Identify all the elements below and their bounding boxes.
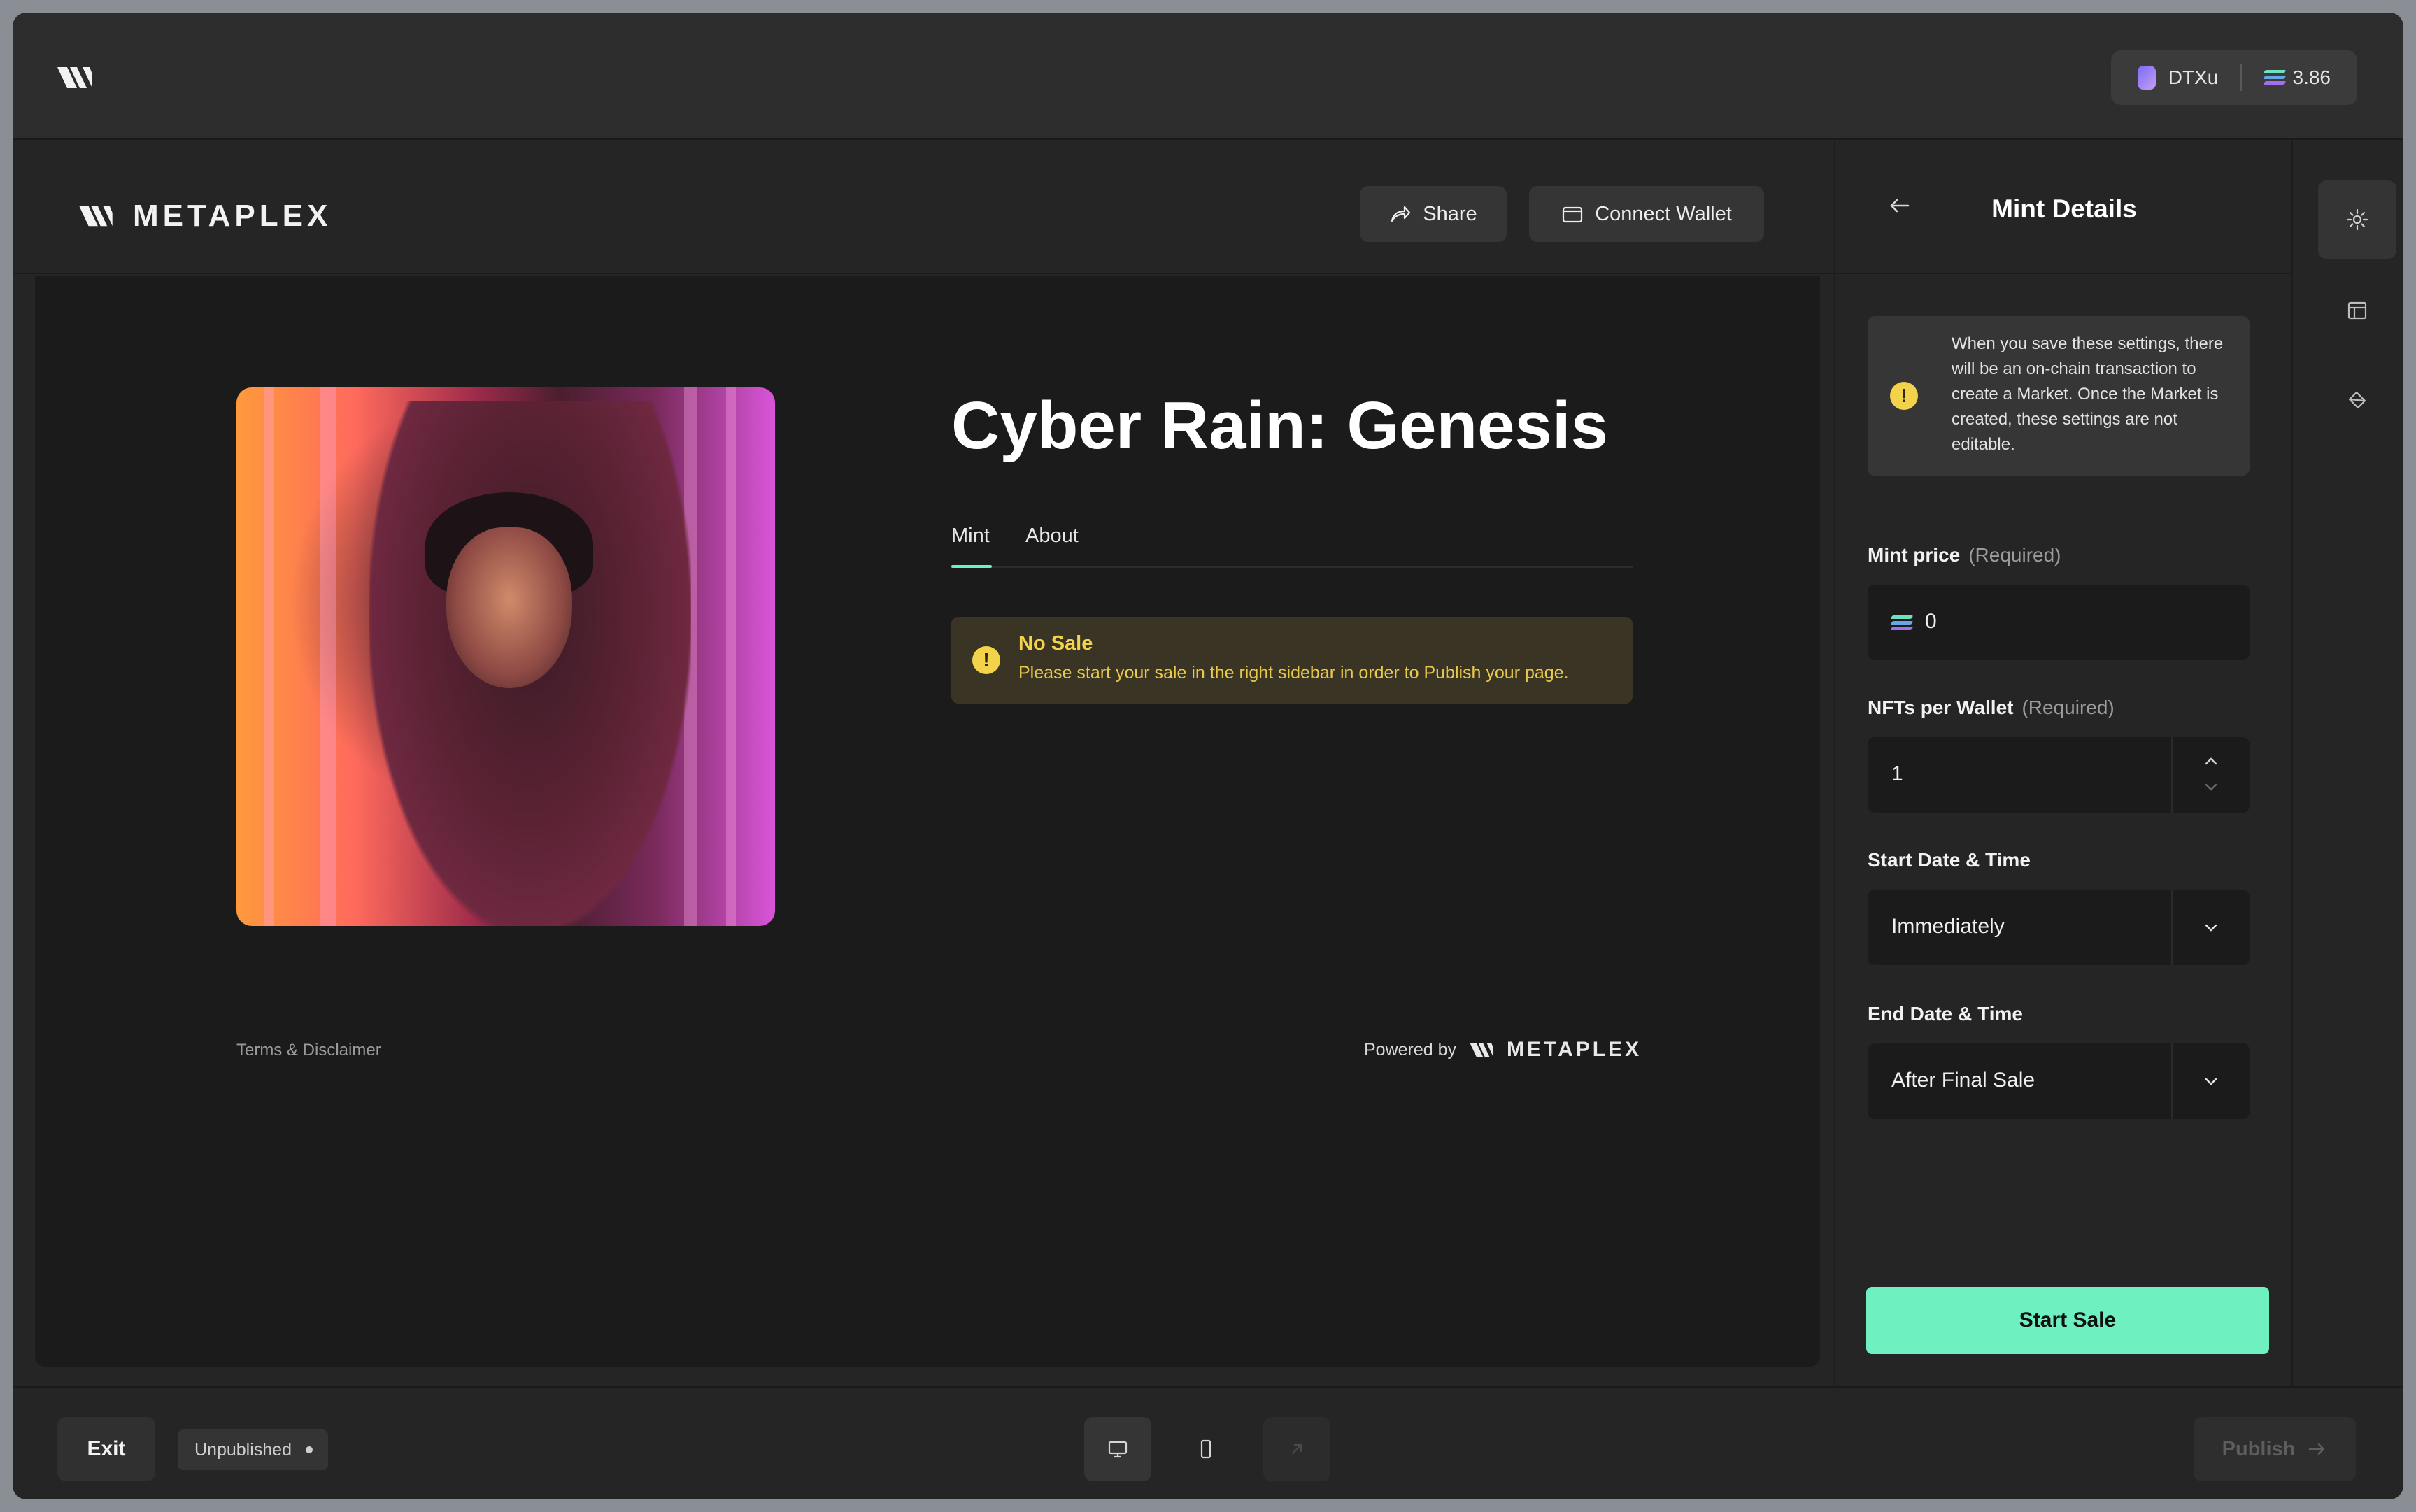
mobile-icon bbox=[1200, 1439, 1211, 1459]
chevron-down-icon[interactable] bbox=[2199, 775, 2223, 799]
settings-button[interactable] bbox=[2318, 180, 2396, 259]
nfts-per-wallet-value: 1 bbox=[1891, 762, 1903, 785]
preview-header: METAPLEX Share Connect Wallet bbox=[13, 141, 1833, 274]
sidebar-header: Mint Details bbox=[1835, 141, 2293, 274]
terms-link[interactable]: Terms & Disclaimer bbox=[236, 1041, 381, 1060]
bottom-bar: Exit Unpublished Publish bbox=[13, 1386, 2403, 1499]
brand-wordmark: METAPLEX bbox=[133, 199, 332, 233]
warning-icon: ! bbox=[972, 646, 1000, 674]
tab-mint[interactable]: Mint bbox=[951, 525, 990, 548]
end-date-select[interactable]: After Final Sale bbox=[1868, 1043, 2250, 1119]
layout-button[interactable] bbox=[2318, 271, 2396, 350]
mint-price-value: 0 bbox=[1925, 610, 1937, 633]
solana-icon bbox=[1890, 615, 1914, 631]
desktop-icon bbox=[1108, 1441, 1128, 1458]
wallet-avatar bbox=[2138, 66, 2156, 90]
status-badge: Unpublished bbox=[178, 1429, 328, 1470]
chevron-down-icon bbox=[2205, 924, 2217, 932]
start-date-value: Immediately bbox=[1891, 915, 2005, 938]
powered-by-brand: METAPLEX bbox=[1507, 1038, 1642, 1061]
nfts-per-wallet-label: NFTs per Wallet (Required) bbox=[1868, 697, 2115, 718]
connect-wallet-label: Connect Wallet bbox=[1595, 202, 1732, 225]
top-bar: DTXu 3.86 bbox=[13, 13, 2403, 140]
external-link-icon bbox=[1291, 1443, 1302, 1455]
end-date-value: After Final Sale bbox=[1891, 1069, 2035, 1092]
mint-price-input[interactable]: 0 bbox=[1868, 585, 2250, 660]
metaplex-logo-icon bbox=[79, 206, 113, 227]
start-sale-button[interactable]: Start Sale bbox=[1866, 1287, 2269, 1354]
wallet-name: DTXu bbox=[2168, 66, 2219, 88]
alert-title: No Sale bbox=[1018, 632, 1093, 655]
open-preview-button[interactable] bbox=[1263, 1417, 1330, 1481]
brand: METAPLEX bbox=[77, 199, 332, 234]
share-button[interactable]: Share bbox=[1360, 186, 1507, 242]
solana-icon bbox=[2263, 70, 2287, 85]
mobile-view-button[interactable] bbox=[1172, 1417, 1239, 1481]
chevron-up-icon[interactable] bbox=[2199, 750, 2223, 773]
publish-label: Publish bbox=[2222, 1437, 2296, 1460]
nft-artwork bbox=[236, 387, 775, 926]
connect-wallet-button[interactable]: Connect Wallet bbox=[1529, 186, 1764, 242]
mint-price-label: Mint price (Required) bbox=[1868, 544, 2061, 566]
end-date-label: End Date & Time bbox=[1868, 1003, 2023, 1025]
chevron-down-icon bbox=[2205, 1078, 2217, 1085]
active-tab-indicator bbox=[951, 565, 992, 568]
warning-icon: ! bbox=[1890, 382, 1918, 410]
gear-icon bbox=[2346, 208, 2368, 231]
tab-about[interactable]: About bbox=[1025, 525, 1079, 548]
powered-by[interactable]: Powered by METAPLEX bbox=[1364, 1038, 1642, 1062]
publish-button[interactable]: Publish bbox=[2194, 1417, 2356, 1481]
exit-button[interactable]: Exit bbox=[57, 1417, 155, 1481]
mint-details-sidebar: Mint Details ! When you save these setti… bbox=[1834, 141, 2293, 1386]
tool-rail bbox=[2291, 141, 2403, 1386]
paint-bucket-icon bbox=[2348, 391, 2366, 409]
divider bbox=[2240, 64, 2242, 91]
info-text: When you save these settings, there will… bbox=[1952, 334, 2224, 454]
status-text: Unpublished bbox=[194, 1440, 292, 1460]
app-window: DTXu 3.86 METAPLEX Share Connect Wallet bbox=[13, 13, 2403, 1499]
arrow-right-icon bbox=[2309, 1443, 2325, 1455]
theme-button[interactable] bbox=[2318, 361, 2396, 439]
collection-title: Cyber Rain: Genesis bbox=[951, 388, 1608, 463]
sidebar-title: Mint Details bbox=[1991, 194, 2137, 223]
nfts-per-wallet-stepper[interactable]: 1 bbox=[1868, 737, 2250, 813]
metaplex-logo-icon bbox=[1470, 1043, 1493, 1057]
wallet-icon bbox=[1563, 206, 1583, 223]
status-dot bbox=[306, 1446, 313, 1453]
divider bbox=[2171, 737, 2173, 813]
metaplex-logo-icon[interactable] bbox=[56, 64, 94, 91]
info-box: ! When you save these settings, there wi… bbox=[1868, 316, 2250, 476]
layout-icon bbox=[2347, 301, 2367, 320]
content-tabs: Mint About bbox=[951, 525, 1633, 568]
alert-message: Please start your sale in the right side… bbox=[1018, 663, 1569, 683]
start-date-label: Start Date & Time bbox=[1868, 849, 2031, 871]
page-preview: Cyber Rain: Genesis Mint About ! No Sale… bbox=[35, 276, 1820, 1367]
share-label: Share bbox=[1423, 202, 1477, 225]
share-icon bbox=[1391, 206, 1411, 222]
divider bbox=[2171, 1043, 2173, 1119]
wallet-balance: 3.86 bbox=[2292, 66, 2331, 88]
no-sale-alert: ! No Sale Please start your sale in the … bbox=[951, 617, 1633, 704]
start-date-select[interactable]: Immediately bbox=[1868, 890, 2250, 965]
powered-by-label: Powered by bbox=[1364, 1039, 1457, 1060]
desktop-view-button[interactable] bbox=[1084, 1417, 1151, 1481]
wallet-chip[interactable]: DTXu 3.86 bbox=[2111, 50, 2357, 105]
divider bbox=[2171, 890, 2173, 965]
